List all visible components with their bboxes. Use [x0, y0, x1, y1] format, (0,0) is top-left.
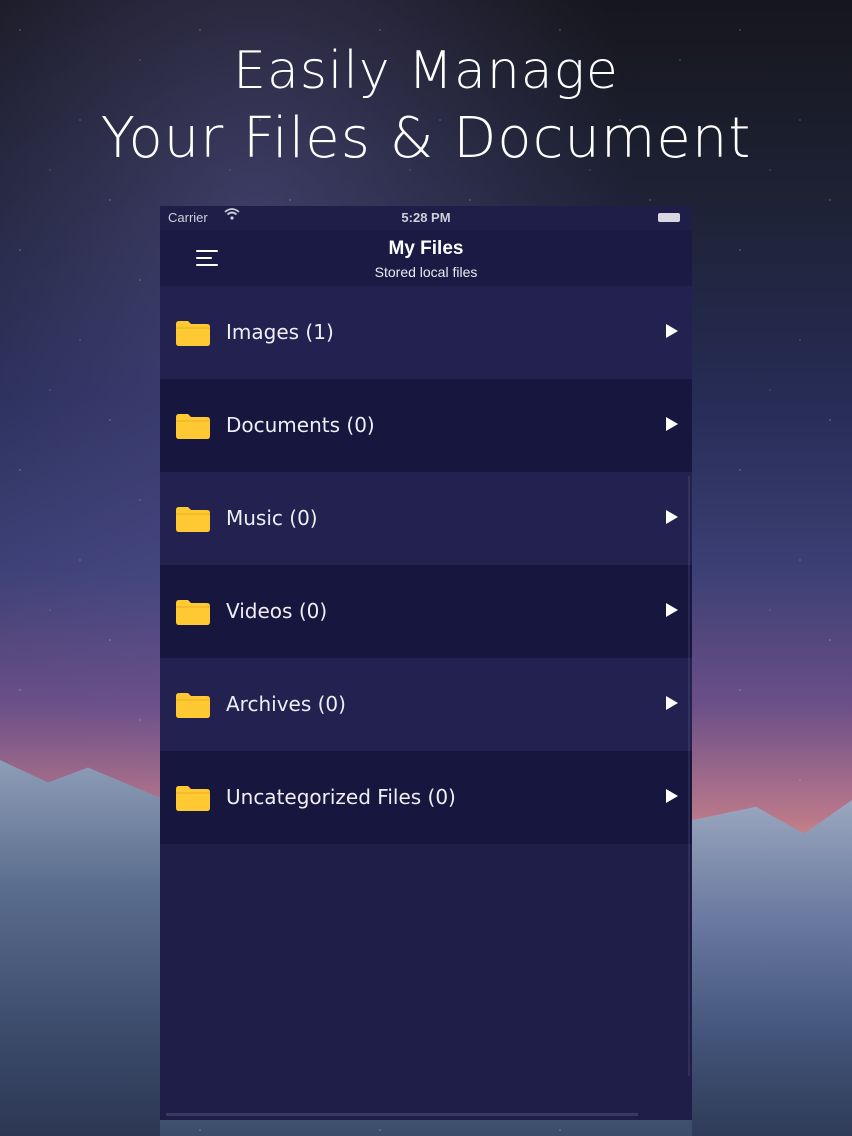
chevron-right-icon — [666, 696, 678, 710]
folder-label: Music (0) — [226, 506, 318, 530]
mountain-left — [0, 760, 160, 1136]
folder-label: Videos (0) — [226, 599, 328, 623]
folder-label: Images (1) — [226, 320, 334, 344]
folder-icon — [176, 600, 210, 625]
navigation-bar: My Files Stored local files — [160, 230, 692, 286]
chevron-right-icon — [666, 417, 678, 431]
folder-icon — [176, 321, 210, 346]
folder-row-documents[interactable]: Documents (0) — [160, 379, 692, 472]
folder-row-images[interactable]: Images (1) — [160, 286, 692, 379]
promo-headline: Easily Manage Your Files & Document — [0, 38, 852, 174]
headline-line-2: Your Files & Document — [100, 106, 752, 171]
chevron-right-icon — [666, 510, 678, 524]
bottom-divider — [166, 1113, 638, 1116]
folder-icon — [176, 693, 210, 718]
mountain-right — [692, 800, 852, 1136]
status-time: 5:28 PM — [401, 210, 451, 225]
scroll-indicator — [688, 476, 690, 1076]
page-title: My Files — [388, 238, 464, 259]
chevron-right-icon — [666, 789, 678, 803]
folder-row-videos[interactable]: Videos (0) — [160, 565, 692, 658]
page-subtitle: Stored local files — [374, 264, 478, 280]
folder-icon — [176, 507, 210, 532]
folder-label: Uncategorized Files (0) — [226, 785, 456, 809]
headline-line-1: Easily Manage — [233, 41, 619, 101]
folder-label: Documents (0) — [226, 413, 375, 437]
folder-list: Images (1) Documents (0) Music (0) Video… — [160, 286, 692, 844]
chevron-right-icon — [666, 324, 678, 338]
status-bar: Carrier 5:28 PM — [160, 206, 692, 230]
folder-icon — [176, 414, 210, 439]
app-screen: Carrier 5:28 PM My Files Stored local fi… — [160, 206, 692, 1120]
folder-row-uncategorized[interactable]: Uncategorized Files (0) — [160, 751, 692, 844]
chevron-right-icon — [666, 603, 678, 617]
folder-row-archives[interactable]: Archives (0) — [160, 658, 692, 751]
battery-icon — [658, 213, 680, 222]
folder-label: Archives (0) — [226, 692, 346, 716]
folder-icon — [176, 786, 210, 811]
folder-row-music[interactable]: Music (0) — [160, 472, 692, 565]
